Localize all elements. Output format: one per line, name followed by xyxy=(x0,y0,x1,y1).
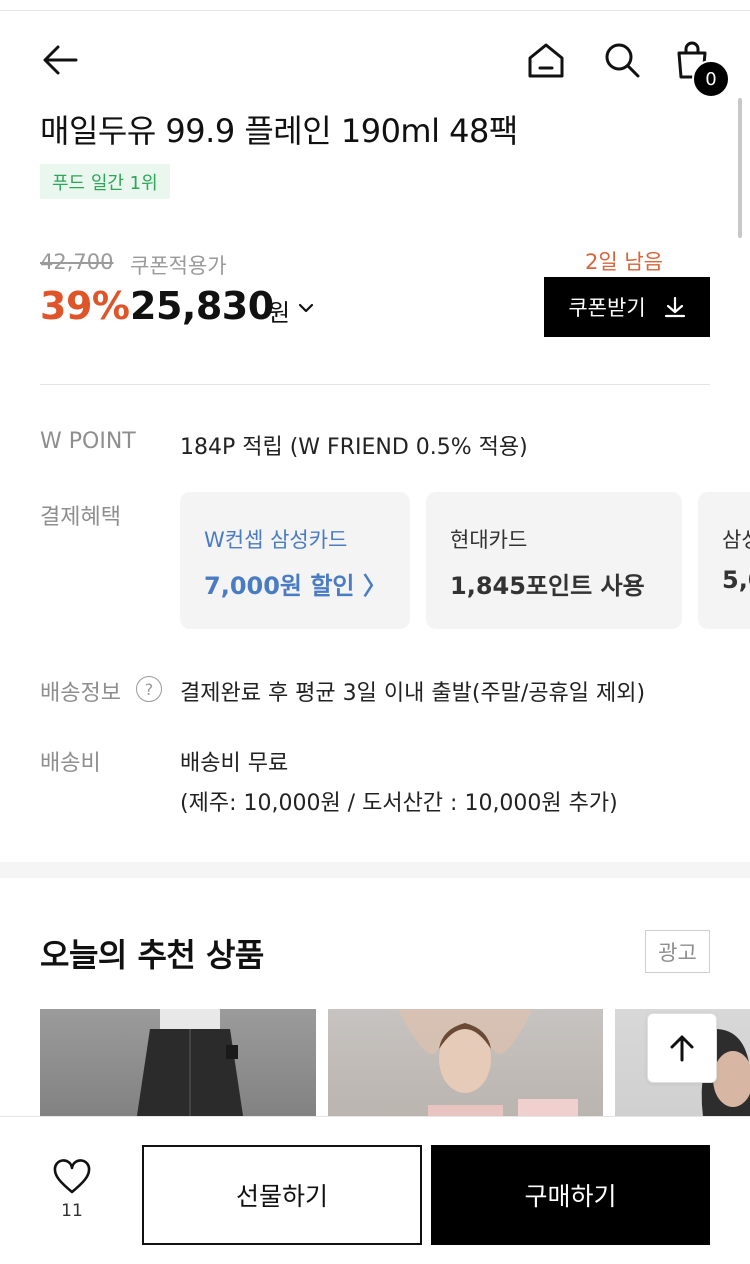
back-button[interactable] xyxy=(36,36,84,84)
sale-price: 25,830 xyxy=(130,284,274,328)
benefit-card-hyundai[interactable]: 현대카드 1,845포인트 사용 xyxy=(426,492,682,629)
payment-benefits-label: 결제혜택 xyxy=(40,505,121,530)
buy-button[interactable]: 구매하기 xyxy=(431,1145,710,1245)
coupon-download-button[interactable]: 쿠폰받기 xyxy=(544,277,710,337)
back-arrow-icon xyxy=(43,45,78,75)
arrow-up-icon xyxy=(670,1035,694,1062)
rank-badge: 푸드 일간 1위 xyxy=(40,164,170,199)
search-button[interactable] xyxy=(598,36,646,84)
discount-rate: 39% xyxy=(40,284,130,328)
benefit-card-samsung[interactable]: 삼성 5,0 xyxy=(698,492,750,629)
top-divider xyxy=(0,10,750,11)
recommendations-title: 오늘의 추천 상품 xyxy=(40,936,264,974)
scrollbar[interactable] xyxy=(738,98,742,238)
coupon-price-label: 쿠폰적용가 xyxy=(130,254,227,278)
download-icon xyxy=(664,296,685,318)
home-icon xyxy=(528,43,564,78)
scroll-to-top-button[interactable] xyxy=(647,1013,717,1083)
benefit-card-benefit: 7,000원 할인 〉 xyxy=(204,572,387,600)
shipping-info-value: 결제완료 후 평균 3일 이내 출발(주말/공휴일 제외) xyxy=(180,681,646,706)
search-icon xyxy=(605,43,640,78)
chevron-down-icon[interactable] xyxy=(296,298,316,318)
cart-count-badge: 0 xyxy=(692,60,730,98)
recommended-product-image[interactable] xyxy=(328,1009,603,1129)
section-divider xyxy=(40,384,710,385)
benefit-card-name: 삼성 xyxy=(722,528,750,552)
like-button[interactable]: 11 xyxy=(40,1151,104,1231)
price-unit: 원 xyxy=(268,299,291,327)
shipping-fee-value: 배송비 무료 xyxy=(180,751,289,776)
w-point-label: W POINT xyxy=(40,429,136,454)
benefit-card-benefit: 1,845포인트 사용 xyxy=(450,572,645,600)
benefit-card-samsung-wconcept[interactable]: W컨셉 삼성카드 7,000원 할인 〉 xyxy=(180,492,410,629)
cart-button[interactable]: 0 xyxy=(668,36,730,98)
coupon-button-label: 쿠폰받기 xyxy=(568,296,646,320)
shipping-info-label: 배송정보 xyxy=(40,681,121,706)
heart-icon xyxy=(53,1159,91,1194)
ad-tag: 광고 xyxy=(645,930,710,973)
like-count: 11 xyxy=(61,1201,83,1221)
coupon-days-left: 2일 남음 xyxy=(585,250,663,274)
benefit-card-name: W컨셉 삼성카드 xyxy=(204,528,348,552)
benefit-card-benefit: 5,0 xyxy=(722,566,750,594)
top-header: 0 xyxy=(0,30,750,98)
gift-button[interactable]: 선물하기 xyxy=(142,1145,422,1245)
section-gap xyxy=(0,862,750,878)
shipping-fee-extra: (제주: 10,000원 / 도서산간 : 10,000원 추가) xyxy=(180,791,618,816)
help-icon[interactable]: ? xyxy=(136,676,162,702)
benefit-card-name: 현대카드 xyxy=(450,528,528,552)
product-title: 매일두유 99.9 플레인 190ml 48팩 xyxy=(40,112,518,150)
w-point-value: 184P 적립 (W FRIEND 0.5% 적용) xyxy=(180,435,528,460)
bottom-action-bar: 11 선물하기 구매하기 xyxy=(0,1116,750,1264)
shipping-fee-label: 배송비 xyxy=(40,751,101,776)
home-button[interactable] xyxy=(522,36,570,84)
original-price: 42,700 xyxy=(40,250,114,274)
recommended-product-image[interactable] xyxy=(40,1009,316,1129)
